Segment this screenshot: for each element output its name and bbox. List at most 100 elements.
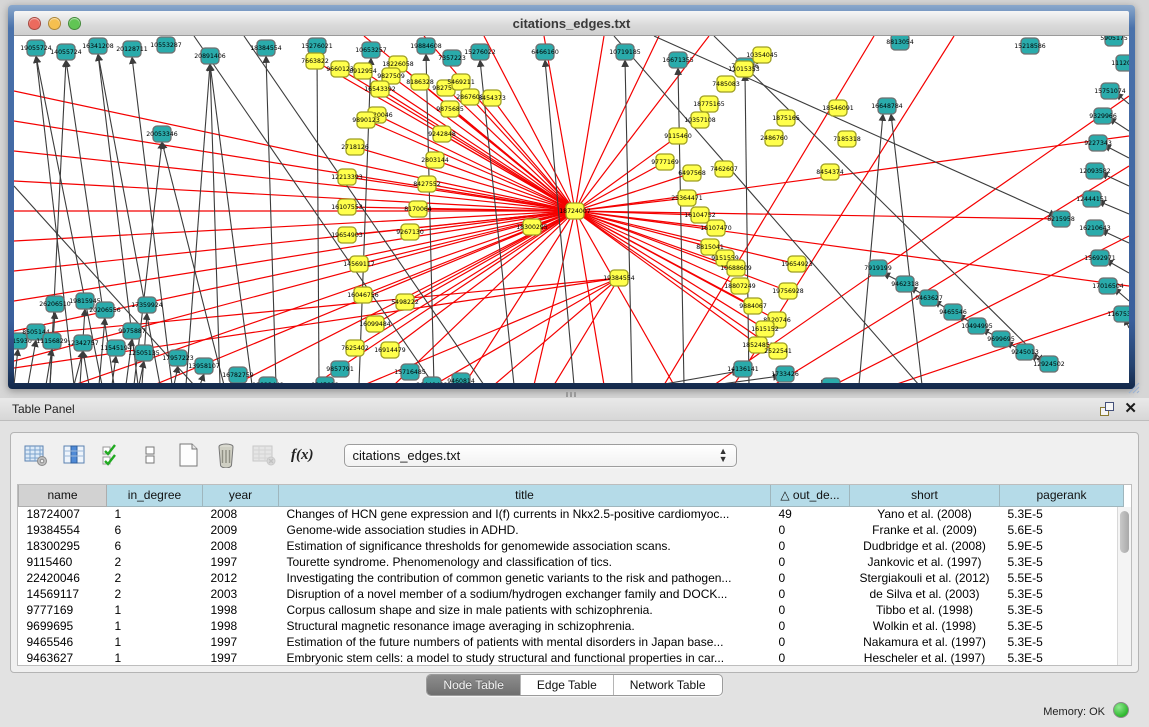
citation-edge-red[interactable] xyxy=(14,211,575,361)
table-row[interactable]: 1830029562008Estimation of significance … xyxy=(19,538,1124,554)
graph-node[interactable]: 10653257 xyxy=(355,42,387,58)
cell-in_degree[interactable]: 2 xyxy=(107,586,203,602)
graph-node[interactable]: 15692971 xyxy=(1084,250,1116,266)
graph-node[interactable]: 15276022 xyxy=(464,44,496,60)
graph-node[interactable]: 16914479 xyxy=(374,342,406,358)
cell-title[interactable]: Estimation of the future numbers of pati… xyxy=(279,634,771,650)
cell-title[interactable]: Structural magnetic resonance image aver… xyxy=(279,618,771,634)
table-row[interactable]: 1938455462009Genome-wide association stu… xyxy=(19,522,1124,538)
cell-name[interactable]: 9699695 xyxy=(19,618,107,634)
cell-name[interactable]: 14569117 xyxy=(19,586,107,602)
graph-node[interactable]: 12093582 xyxy=(1079,163,1111,179)
graph-node[interactable]: 10553287 xyxy=(150,37,182,53)
cell-in_degree[interactable]: 6 xyxy=(107,522,203,538)
column-header-pagerank[interactable]: pagerank xyxy=(1000,485,1124,506)
cell-out_degree[interactable]: 0 xyxy=(771,586,850,602)
table-row[interactable]: 969969511998Structural magnetic resonanc… xyxy=(19,618,1124,634)
cell-name[interactable]: 9777169 xyxy=(19,602,107,618)
graph-node[interactable]: 25364471 xyxy=(671,190,703,206)
show-columns-icon[interactable] xyxy=(59,441,89,469)
table-row[interactable]: 911546021997Tourette syndrome. Phenomeno… xyxy=(19,554,1124,570)
cell-year[interactable]: 2008 xyxy=(203,538,279,554)
cell-in_degree[interactable]: 1 xyxy=(107,634,203,650)
cell-pagerank[interactable]: 5.3E-5 xyxy=(1000,650,1124,666)
graph-node[interactable]: 17016504 xyxy=(1092,278,1124,294)
graph-node[interactable]: 18775165 xyxy=(693,96,725,112)
citation-edge-black[interactable] xyxy=(200,374,204,383)
cell-title[interactable]: Corpus callosum shape and size in male p… xyxy=(279,602,771,618)
table-row[interactable]: 946362711997Embryonic stem cells: a mode… xyxy=(19,650,1124,666)
graph-node[interactable]: 16210643 xyxy=(1079,220,1111,236)
cell-short[interactable]: de Silva et al. (2003) xyxy=(850,586,1000,602)
graph-node[interactable]: 19055724 xyxy=(20,40,52,56)
citation-edge-red[interactable] xyxy=(14,211,575,241)
graph-node[interactable]: 19756928 xyxy=(772,283,804,299)
graph-node[interactable]: 5905175 xyxy=(1100,36,1128,46)
minimize-window-button[interactable] xyxy=(48,17,61,30)
delete-entry-icon[interactable] xyxy=(211,441,241,469)
memory-status-indicator[interactable] xyxy=(1113,702,1129,718)
graph-node[interactable]: 1112054 xyxy=(1111,55,1129,71)
table-row[interactable]: 2242004622012Investigating the contribut… xyxy=(19,570,1124,586)
graph-node[interactable]: 12213393 xyxy=(331,169,363,185)
citation-edge-red[interactable] xyxy=(575,198,687,211)
cell-year[interactable]: 1997 xyxy=(203,650,279,666)
cell-out_degree[interactable]: 0 xyxy=(771,538,850,554)
graph-node[interactable]: 2718126 xyxy=(341,139,369,155)
graph-node[interactable]: 18384554 xyxy=(250,40,282,56)
cell-pagerank[interactable]: 5.5E-5 xyxy=(1000,570,1124,586)
tab-edge-table[interactable]: Edge Table xyxy=(521,675,614,695)
network-view[interactable]: 1905572414055724163412082012871110553287… xyxy=(14,36,1129,383)
graph-node[interactable]: 7485083 xyxy=(712,76,740,92)
column-header-year[interactable]: year xyxy=(203,485,279,506)
cell-out_degree[interactable]: 0 xyxy=(771,618,850,634)
graph-node[interactable]: 16782759 xyxy=(222,367,254,383)
cell-short[interactable]: Stergiakouli et al. (2012) xyxy=(850,570,1000,586)
close-panel-icon[interactable]: ✕ xyxy=(1124,402,1137,416)
cell-pagerank[interactable]: 5.6E-5 xyxy=(1000,522,1124,538)
cell-short[interactable]: Jankovic et al. (1997) xyxy=(850,554,1000,570)
column-header-name[interactable]: name xyxy=(19,485,107,506)
citation-edge-black[interactable] xyxy=(859,114,883,383)
graph-node[interactable]: 9267130 xyxy=(396,224,424,240)
graph-node[interactable]: 15218586 xyxy=(1014,38,1046,54)
cell-name[interactable]: 22420046 xyxy=(19,570,107,586)
cell-out_degree[interactable]: 0 xyxy=(771,602,850,618)
citation-edge-black[interactable] xyxy=(28,340,36,383)
graph-node[interactable]: 2486760 xyxy=(760,130,788,146)
cell-year[interactable]: 2012 xyxy=(203,570,279,586)
table-scrollbar[interactable] xyxy=(1117,507,1131,665)
graph-node[interactable]: 10719185 xyxy=(609,44,641,60)
table-row[interactable]: 1456911722003Disruption of a novel membe… xyxy=(19,586,1124,602)
graph-node[interactable]: 12444151 xyxy=(1076,191,1108,207)
cell-in_degree[interactable]: 2 xyxy=(107,554,203,570)
cell-year[interactable]: 2003 xyxy=(203,586,279,602)
function-builder-icon[interactable]: f(x) xyxy=(291,447,314,464)
graph-node[interactable]: 9329966 xyxy=(1089,108,1117,124)
graph-node[interactable]: 12923448 xyxy=(252,377,284,383)
graph-node[interactable]: 20053346 xyxy=(146,126,178,142)
cell-title[interactable]: Estimation of significance thresholds fo… xyxy=(279,538,771,554)
cell-title[interactable]: Genome-wide association studies in ADHD. xyxy=(279,522,771,538)
cell-name[interactable]: 19384554 xyxy=(19,522,107,538)
citation-edge-red[interactable] xyxy=(492,98,575,211)
graph-node[interactable]: 9453120 xyxy=(817,378,845,383)
citation-edge-black[interactable] xyxy=(266,56,276,383)
citation-edge-black[interactable] xyxy=(317,54,319,383)
graph-node[interactable]: 14136141 xyxy=(727,361,759,377)
graph-node[interactable]: 7462607 xyxy=(710,161,738,177)
column-header-out_degree[interactable]: △ out_de... xyxy=(771,485,850,506)
column-header-short[interactable]: short xyxy=(850,485,1000,506)
graph-node[interactable]: 7185318 xyxy=(833,131,861,147)
cell-pagerank[interactable]: 5.3E-5 xyxy=(1000,586,1124,602)
cell-name[interactable]: 18724007 xyxy=(19,506,107,522)
graph-node[interactable]: 20128711 xyxy=(116,41,148,57)
cell-pagerank[interactable]: 5.3E-5 xyxy=(1000,506,1124,522)
graph-node[interactable]: 26206510 xyxy=(39,296,71,312)
cell-in_degree[interactable]: 1 xyxy=(107,618,203,634)
cell-year[interactable]: 1998 xyxy=(203,618,279,634)
cell-title[interactable]: Investigating the contribution of common… xyxy=(279,570,771,586)
citation-edge-red[interactable] xyxy=(554,278,619,383)
cell-out_degree[interactable]: 49 xyxy=(771,506,850,522)
citation-edge-black[interactable] xyxy=(66,60,114,383)
